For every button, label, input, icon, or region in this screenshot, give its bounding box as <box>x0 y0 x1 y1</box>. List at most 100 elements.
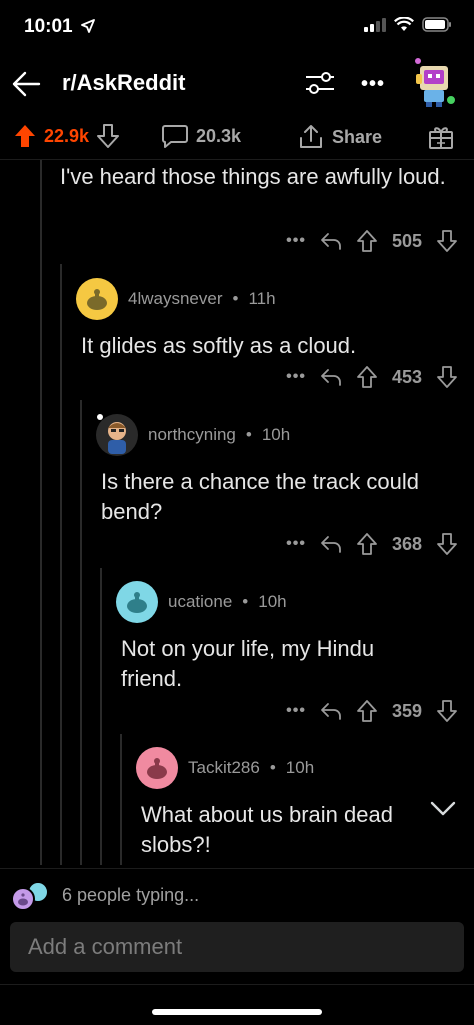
downvote-outline-icon <box>437 366 457 388</box>
subreddit-header: r/AskReddit ••• <box>0 56 474 112</box>
upvote-outline-icon <box>357 533 377 555</box>
user-avatar[interactable] <box>96 414 138 456</box>
comment-upvote-button[interactable] <box>356 533 378 555</box>
user-avatar[interactable] <box>136 747 178 789</box>
comment-body: What about us brain dead slobs?! <box>141 802 393 857</box>
comments-button[interactable]: 20.3k <box>162 124 241 148</box>
reply-button[interactable] <box>320 533 342 555</box>
comment-score: 359 <box>391 700 422 721</box>
reply-arrow-icon <box>321 703 341 720</box>
comment-more-button[interactable]: ••• <box>286 535 306 553</box>
share-icon <box>300 125 322 148</box>
comment-header: 4lwaysnever • 11h <box>76 277 456 321</box>
comment-body: Not on your life, my Hindu friend. <box>121 636 375 691</box>
thread-line-2[interactable] <box>60 264 62 865</box>
comment-actions: ••• 368 <box>286 533 458 555</box>
thread-line-5[interactable] <box>120 734 122 865</box>
comment-upvote-button[interactable] <box>356 700 378 722</box>
upvote-outline-icon <box>357 366 377 388</box>
post-vote-group: 22.9k <box>14 124 120 148</box>
upvote-icon[interactable] <box>14 124 36 148</box>
user-avatar[interactable] <box>76 278 118 320</box>
comment-time: 10h <box>258 592 287 611</box>
comment-username[interactable]: Tackit286 <box>188 758 260 778</box>
comment-bubble-icon <box>162 125 188 148</box>
comment-more-button[interactable]: ••• <box>286 232 306 250</box>
user-avatar-button[interactable] <box>408 56 458 108</box>
ellipsis-icon: ••• <box>360 73 385 95</box>
comment-score: 453 <box>391 366 422 387</box>
comment-downvote-button[interactable] <box>436 533 458 555</box>
comment-upvote-button[interactable] <box>356 366 378 388</box>
thread-line-4[interactable] <box>100 568 102 865</box>
comment-username[interactable]: ucatione <box>168 592 232 612</box>
reply-button[interactable] <box>320 366 342 388</box>
typing-avatars <box>10 881 54 911</box>
home-indicator[interactable] <box>152 1009 322 1015</box>
share-label: Share <box>332 126 383 147</box>
avatar-icon <box>415 58 457 107</box>
sort-filter-button[interactable] <box>302 68 342 100</box>
thread-line-1[interactable] <box>40 160 42 865</box>
comment-body: It glides as softly as a cloud. <box>81 333 357 358</box>
status-bar: 10:01 <box>0 0 474 56</box>
comment-upvote-button[interactable] <box>356 230 378 252</box>
chevron-down-icon <box>430 801 456 816</box>
comment-item: northcyning • 10h Is there a chance the … <box>96 413 456 527</box>
battery-icon <box>422 17 451 32</box>
comment-more-button[interactable]: ••• <box>286 368 306 386</box>
separator-dot: • <box>242 592 249 611</box>
more-options-button[interactable]: ••• <box>355 68 391 100</box>
cellular-signal-icon <box>364 17 386 32</box>
user-avatar[interactable] <box>116 581 158 623</box>
typing-text: 6 people typing... <box>62 885 200 905</box>
comment-actions: ••• 505 <box>286 230 458 252</box>
reply-button[interactable] <box>320 700 342 722</box>
reply-arrow-icon <box>321 369 341 386</box>
location-arrow-icon <box>80 19 95 33</box>
comment-body: I've heard those things are awfully loud… <box>60 164 446 189</box>
share-button[interactable]: Share <box>298 124 382 150</box>
add-comment-input[interactable] <box>10 922 464 972</box>
collapse-thread-button[interactable] <box>430 800 456 823</box>
back-arrow-icon <box>12 71 41 97</box>
comment-item: ucatione • 10h Not on your life, my Hind… <box>116 580 456 694</box>
downvote-outline-icon <box>437 533 457 555</box>
comment-downvote-button[interactable] <box>436 366 458 388</box>
sliders-icon <box>306 72 334 94</box>
subreddit-title[interactable]: r/AskReddit <box>62 70 185 96</box>
add-comment-box[interactable] <box>10 922 464 972</box>
comment-actions: ••• 359 <box>286 700 458 722</box>
downvote-icon[interactable] <box>97 124 120 148</box>
comment-item: Tackit286 • 10h What about us brain dead… <box>136 746 426 860</box>
comment-username[interactable]: northcyning <box>148 425 236 445</box>
comment-body: Is there a chance the track could bend? <box>101 469 419 524</box>
comment-downvote-button[interactable] <box>436 230 458 252</box>
comment-item: 4lwaysnever • 11h It glides as softly as… <box>76 277 456 361</box>
clock-text: 10:01 <box>24 16 73 37</box>
comment-time: 10h <box>261 425 291 444</box>
comment-count: 20.3k <box>196 125 242 146</box>
thread-line-3[interactable] <box>80 400 82 865</box>
upvote-outline-icon <box>357 700 377 722</box>
comment-score: 505 <box>391 230 422 251</box>
back-button[interactable] <box>8 66 44 102</box>
upvote-outline-icon <box>357 230 377 252</box>
typing-avatar-icon <box>11 881 49 911</box>
separator-dot: • <box>232 289 239 308</box>
snoo-avatar-icon <box>127 592 147 613</box>
status-time: 10:01 <box>24 16 95 38</box>
post-score: 22.9k <box>44 125 90 146</box>
comment-score: 368 <box>391 533 422 554</box>
comment-actions: ••• 453 <box>286 366 458 388</box>
comment-header: Tackit286 • 10h <box>136 746 426 790</box>
comment-more-button[interactable]: ••• <box>286 702 306 720</box>
gift-award-icon <box>429 127 453 149</box>
separator-dot: • <box>245 425 252 444</box>
award-button[interactable] <box>428 124 454 150</box>
comment-downvote-button[interactable] <box>436 700 458 722</box>
reply-button[interactable] <box>320 230 342 252</box>
downvote-outline-icon <box>437 230 457 252</box>
downvote-outline-icon <box>437 700 457 722</box>
comment-username[interactable]: 4lwaysnever <box>128 289 223 309</box>
